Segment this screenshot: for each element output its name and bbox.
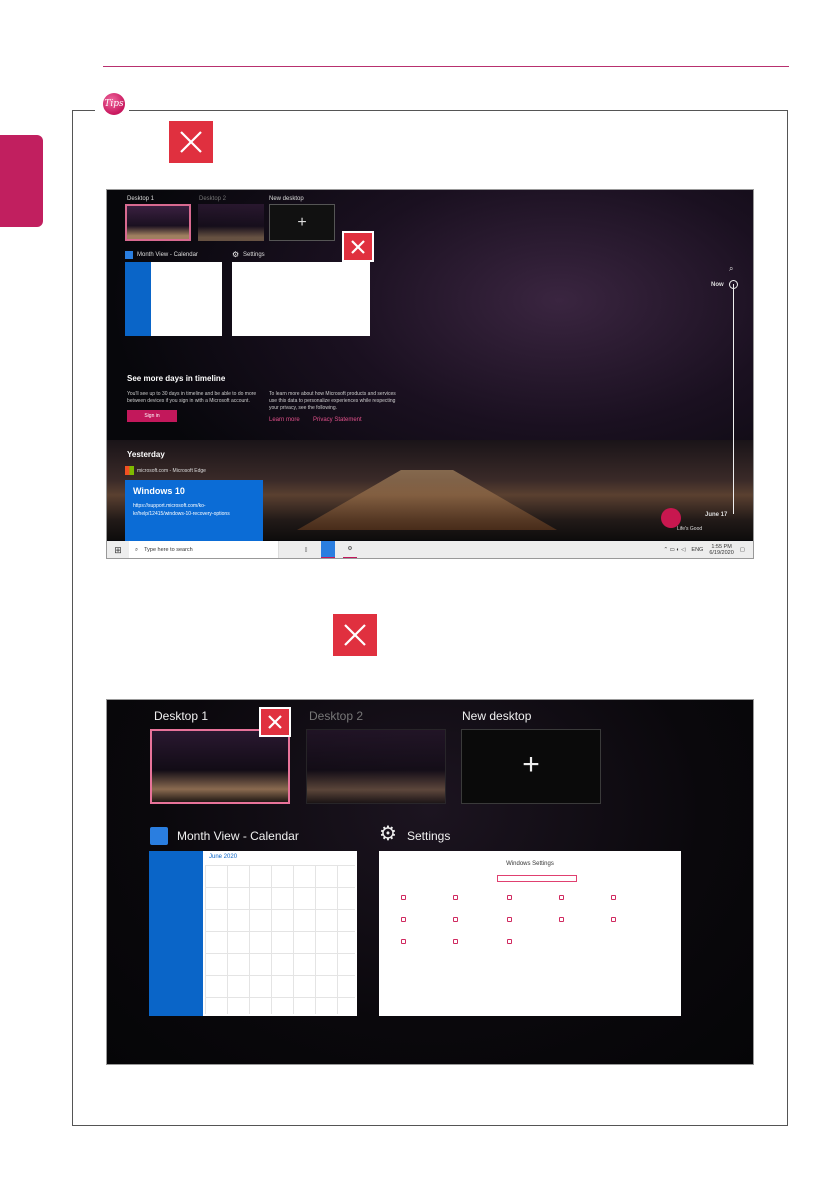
timeline-now-marker[interactable] xyxy=(729,280,738,289)
calendar-window-thumbnail[interactable] xyxy=(125,262,222,336)
calendar-window-thumbnail[interactable]: June 2020 xyxy=(149,851,357,1016)
search-icon: ⌕ xyxy=(135,546,139,553)
settings-heading: Windows Settings xyxy=(506,861,554,867)
clock[interactable]: 1:55 PM 6/19/2020 xyxy=(709,544,733,556)
task-view-icon[interactable]: ▯ xyxy=(299,547,313,553)
settings-search xyxy=(497,875,577,882)
close-window-button[interactable] xyxy=(342,231,374,262)
card-title: Windows 10 xyxy=(133,486,185,496)
taskbar-search[interactable]: ⌕ Type here to search xyxy=(129,541,279,558)
screenshot-task-view-desktops: Desktop 1 Desktop 2 New desktop + Month … xyxy=(106,699,754,1065)
windows-start-icon[interactable]: ⊞ xyxy=(107,545,129,556)
settings-window-title: Settings xyxy=(407,829,451,843)
timeline-text-left: You'll see up to 30 days in timeline and… xyxy=(127,391,257,404)
calendar-taskbar-icon[interactable] xyxy=(321,541,335,558)
calendar-icon xyxy=(150,827,168,845)
calendar-window-title: Month View - Calendar xyxy=(177,829,299,843)
search-placeholder: Type here to search xyxy=(144,547,193,553)
june-17-label: June 17 xyxy=(705,512,728,518)
settings-window-thumbnail[interactable] xyxy=(232,262,370,336)
desktop-2-thumbnail[interactable] xyxy=(306,729,446,804)
calendar-month: June 2020 xyxy=(209,854,238,860)
sign-in-button[interactable]: Sign in xyxy=(127,410,177,422)
timeline-text-right: To learn more about how Microsoft produc… xyxy=(269,391,396,411)
desktop-1-thumbnail[interactable] xyxy=(125,204,191,241)
calendar-icon xyxy=(125,251,133,259)
card-url: https://support.microsoft.com/ko-kr/help… xyxy=(133,503,230,517)
close-icon-inline-1 xyxy=(169,121,213,163)
new-desktop-label: New desktop xyxy=(269,196,304,202)
lg-tagline: Life's Good xyxy=(677,526,703,532)
lg-logo xyxy=(661,508,681,528)
desktop-1-thumbnail[interactable] xyxy=(150,729,290,804)
desktop-1-label: Desktop 1 xyxy=(154,709,209,723)
calendar-window-title: Month View - Calendar xyxy=(137,252,198,258)
close-desktop-button[interactable] xyxy=(259,707,291,737)
gear-icon: ⚙ xyxy=(232,250,240,259)
timeline-scrollbar[interactable] xyxy=(733,284,734,514)
new-desktop-button[interactable]: + xyxy=(269,204,335,241)
tips-icon: Tips xyxy=(103,93,125,115)
yesterday-heading: Yesterday xyxy=(127,450,165,459)
taskbar: ⊞ ⌕ Type here to search ▯ ⚙ ⌃ ▭ ◐ ◁ ENG … xyxy=(107,541,753,558)
privacy-link[interactable]: Privacy Statement xyxy=(313,417,362,423)
desktop-2-label: Desktop 2 xyxy=(199,196,227,202)
edge-source-label: microsoft.com - Microsoft Edge xyxy=(137,468,206,474)
chapter-tab xyxy=(0,135,43,227)
learn-more-link[interactable]: Learn more xyxy=(269,417,300,423)
timeline-heading: See more days in timeline xyxy=(127,374,226,383)
settings-taskbar-icon[interactable]: ⚙ xyxy=(343,541,357,558)
gear-icon: ⚙ xyxy=(379,823,397,845)
top-rule xyxy=(103,66,789,67)
new-desktop-button[interactable]: + xyxy=(461,729,601,804)
desktop-2-label: Desktop 2 xyxy=(309,709,364,723)
language-indicator[interactable]: ENG xyxy=(691,547,703,553)
desktop-2-thumbnail[interactable] xyxy=(198,204,264,241)
notification-icon[interactable]: ▢ xyxy=(740,547,745,553)
desktop-1-label: Desktop 1 xyxy=(127,196,155,202)
settings-window-title: Settings xyxy=(243,252,265,258)
screenshot-task-view-timeline: Desktop 1 Desktop 2 New desktop + Month … xyxy=(106,189,754,559)
timeline-card-windows10[interactable]: Windows 10 https://support.microsoft.com… xyxy=(125,480,263,542)
timeline-search-icon[interactable]: ⌕ xyxy=(729,264,733,274)
close-icon-inline-2 xyxy=(333,614,377,656)
settings-window-thumbnail[interactable]: Windows Settings xyxy=(379,851,681,1016)
new-desktop-label: New desktop xyxy=(462,709,532,723)
now-label: Now xyxy=(711,282,724,288)
tray-icons[interactable]: ⌃ ▭ ◐ ◁ xyxy=(663,547,685,553)
microsoft-logo-icon xyxy=(125,466,134,475)
